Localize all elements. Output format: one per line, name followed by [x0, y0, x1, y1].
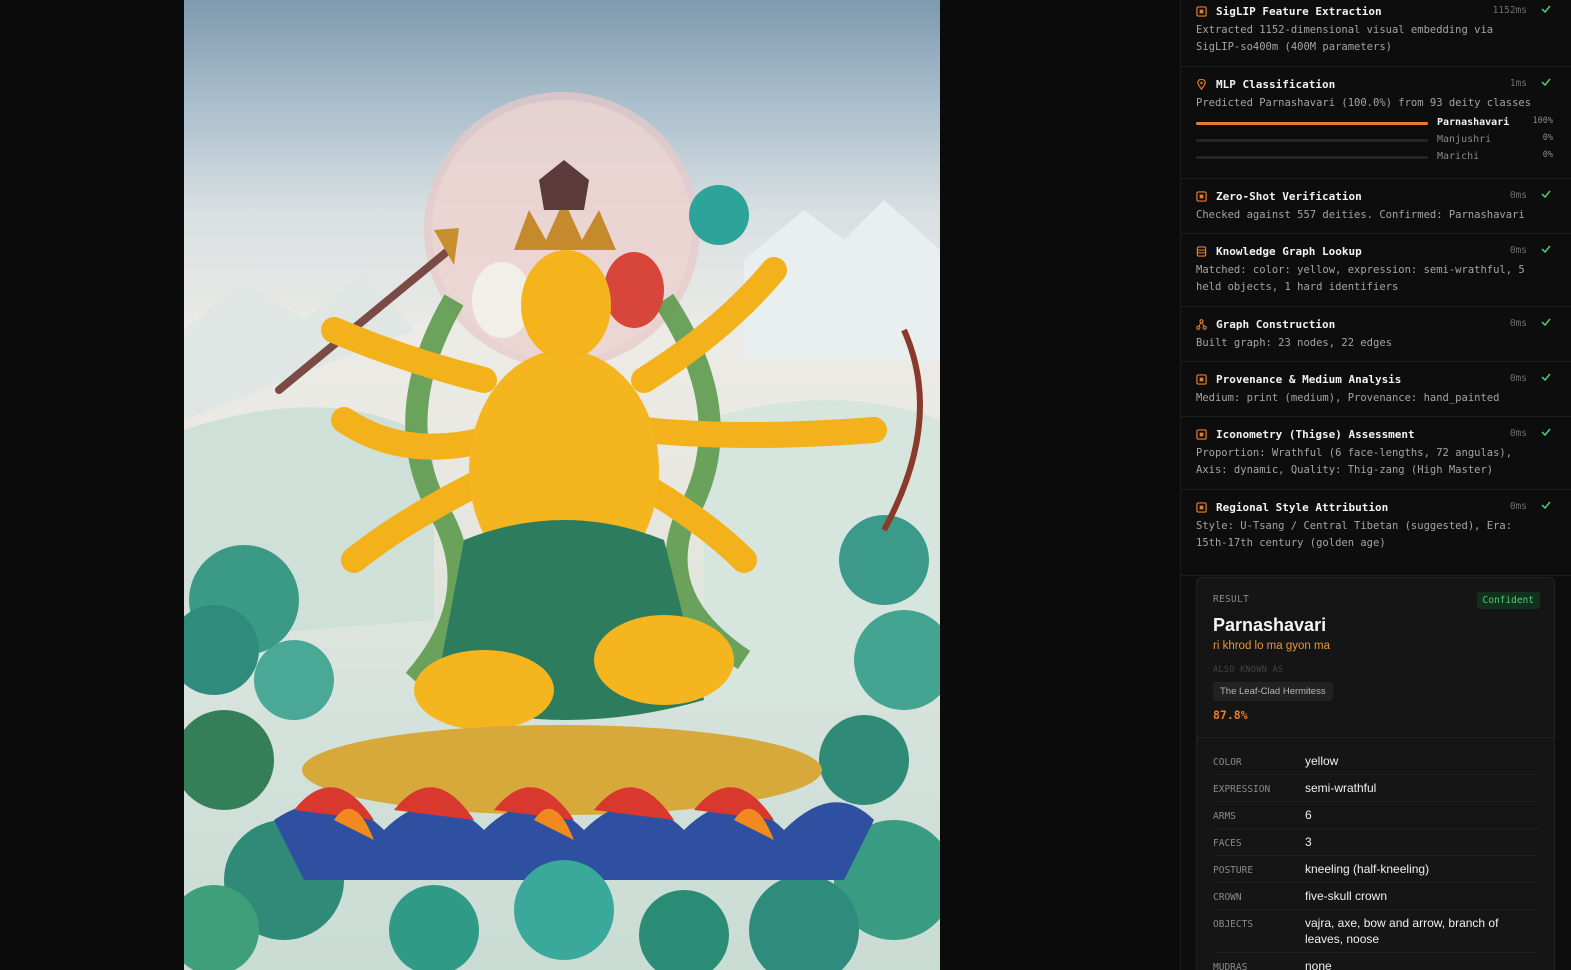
attribute-key: COLOR: [1213, 757, 1242, 768]
step-description: Medium: print (medium), Provenance: hand…: [1196, 392, 1500, 404]
graph-icon: [1196, 318, 1207, 330]
chip-icon: [1196, 428, 1207, 440]
step-description: Extracted 1152-dimensional visual embedd…: [1196, 24, 1494, 53]
pipeline-step-regional-style: Regional Style Attribution 0ms Style: U-…: [1181, 498, 1571, 576]
attribute-value: 6: [1305, 808, 1312, 822]
attribute-row: MUDRAS none: [1213, 953, 1538, 970]
step-title: Knowledge Graph Lookup: [1216, 244, 1362, 258]
step-title: Zero-Shot Verification: [1216, 189, 1362, 203]
step-duration: 0ms: [1509, 318, 1527, 329]
pipeline-step-siglip: SigLIP Feature Extraction 1152ms Extract…: [1181, 2, 1571, 67]
attribute-table: COLOR yellow EXPRESSION semi-wrathful AR…: [1197, 738, 1554, 970]
pipeline-step-zero-shot: Zero-Shot Verification 0ms Checked again…: [1181, 187, 1571, 234]
check-icon: [1541, 501, 1551, 510]
prediction-bars: Parnashavari 100% Manjushri 0% Marichi 0…: [1196, 115, 1557, 166]
step-duration: 0ms: [1509, 501, 1527, 512]
prediction-label: Manjushri: [1437, 134, 1492, 145]
attribute-key: FACES: [1213, 838, 1242, 849]
prediction-bar-track: [1196, 139, 1428, 142]
prediction-percent: 0%: [1542, 150, 1553, 160]
chip-icon: [1196, 501, 1207, 513]
attribute-key: MUDRAS: [1213, 962, 1248, 970]
prediction-bar-track: [1196, 156, 1428, 159]
attribute-value: vajra, axe, bow and arrow, branch of lea…: [1305, 916, 1499, 946]
step-duration: 0ms: [1509, 373, 1527, 384]
prediction-row: Marichi 0%: [1196, 149, 1557, 166]
attribute-row: FACES 3: [1213, 829, 1538, 856]
check-icon: [1541, 5, 1551, 14]
check-icon: [1541, 318, 1551, 327]
step-duration: 0ms: [1509, 245, 1527, 256]
pipeline-step-iconometry: Iconometry (Thigse) Assessment 0ms Propo…: [1181, 425, 1571, 490]
attribute-value: semi-wrathful: [1305, 781, 1377, 795]
check-icon: [1541, 373, 1551, 382]
prediction-percent: 0%: [1542, 133, 1553, 143]
attribute-key: OBJECTS: [1213, 919, 1254, 930]
attribute-value: kneeling (half-kneeling): [1305, 862, 1430, 876]
check-icon: [1541, 245, 1551, 254]
attribute-value: none: [1305, 959, 1332, 970]
check-icon: [1541, 78, 1551, 87]
database-icon: [1196, 245, 1207, 257]
prediction-bar-track: [1196, 122, 1428, 125]
chip-icon: [1196, 5, 1207, 17]
pipeline-step-provenance: Provenance & Medium Analysis 0ms Medium:…: [1181, 370, 1571, 417]
pin-icon: [1197, 78, 1206, 90]
step-description: Checked against 557 deities. Confirmed: …: [1196, 209, 1525, 221]
step-title: SigLIP Feature Extraction: [1216, 4, 1382, 18]
attribute-row: COLOR yellow: [1213, 748, 1538, 775]
prediction-row: Manjushri 0%: [1196, 132, 1557, 149]
prediction-label: Parnashavari: [1437, 117, 1510, 128]
image-viewer: [0, 0, 1180, 970]
attribute-value: five-skull crown: [1305, 889, 1388, 903]
prediction-row: Parnashavari 100%: [1196, 115, 1557, 132]
step-title: Regional Style Attribution: [1216, 500, 1389, 514]
prediction-label: Marichi: [1437, 151, 1480, 162]
check-icon: [1541, 428, 1551, 437]
step-duration: 0ms: [1509, 428, 1527, 439]
attribute-key: CROWN: [1213, 892, 1242, 903]
thangka-painting-image: [184, 0, 940, 970]
chip-icon: [1196, 373, 1207, 385]
attribute-key: EXPRESSION: [1213, 784, 1271, 795]
result-summary: RESULT Confident Parnashavari ri khrod l…: [1197, 578, 1554, 738]
deity-tibetan-name: ri khrod lo ma gyon ma: [1213, 640, 1330, 652]
step-duration: 1ms: [1509, 78, 1527, 89]
attribute-value: yellow: [1305, 754, 1339, 768]
check-icon: [1541, 190, 1551, 199]
attribute-key: POSTURE: [1213, 865, 1254, 876]
attribute-row: CROWN five-skull crown: [1213, 883, 1538, 910]
step-title: Graph Construction: [1216, 317, 1336, 331]
also-known-as-label: ALSO KNOWN AS: [1213, 665, 1284, 675]
chip-icon: [1196, 190, 1207, 202]
result-card: RESULT Confident Parnashavari ri khrod l…: [1196, 577, 1555, 970]
alias-tag: The Leaf-Clad Hermitess: [1213, 682, 1333, 701]
attribute-row: EXPRESSION semi-wrathful: [1213, 775, 1538, 802]
step-title: Provenance & Medium Analysis: [1216, 372, 1402, 386]
attribute-row: POSTURE kneeling (half-kneeling): [1213, 856, 1538, 883]
prediction-bar-fill: [1196, 122, 1428, 125]
prediction-percent: 100%: [1532, 116, 1553, 126]
confidence-score: 87.8%: [1213, 708, 1248, 722]
step-title: Iconometry (Thigse) Assessment: [1216, 427, 1415, 441]
pipeline-step-mlp: MLP Classification 1ms Predicted Parnash…: [1181, 75, 1571, 179]
pipeline-step-knowledge-graph: Knowledge Graph Lookup 0ms Matched: colo…: [1181, 242, 1571, 307]
step-description: Proportion: Wrathful (6 face-lengths, 72…: [1196, 447, 1513, 476]
attribute-row: OBJECTS vajra, axe, bow and arrow, branc…: [1213, 910, 1538, 953]
deity-name: Parnashavari: [1213, 615, 1327, 635]
step-description: Matched: color: yellow, expression: semi…: [1196, 264, 1525, 293]
step-description: Built graph: 23 nodes, 22 edges: [1196, 337, 1392, 349]
attribute-key: ARMS: [1213, 811, 1236, 822]
confidence-badge: Confident: [1476, 592, 1540, 609]
attribute-row: ARMS 6: [1213, 802, 1538, 829]
step-description: Predicted Parnashavari (100.0%) from 93 …: [1196, 97, 1532, 109]
attribute-value: 3: [1305, 835, 1312, 849]
step-duration: 1152ms: [1492, 5, 1527, 16]
pipeline-step-graph-construction: Graph Construction 0ms Built graph: 23 n…: [1181, 315, 1571, 362]
step-description: Style: U-Tsang / Central Tibetan (sugges…: [1196, 520, 1513, 549]
step-duration: 0ms: [1509, 190, 1527, 201]
step-title: MLP Classification: [1216, 77, 1336, 91]
